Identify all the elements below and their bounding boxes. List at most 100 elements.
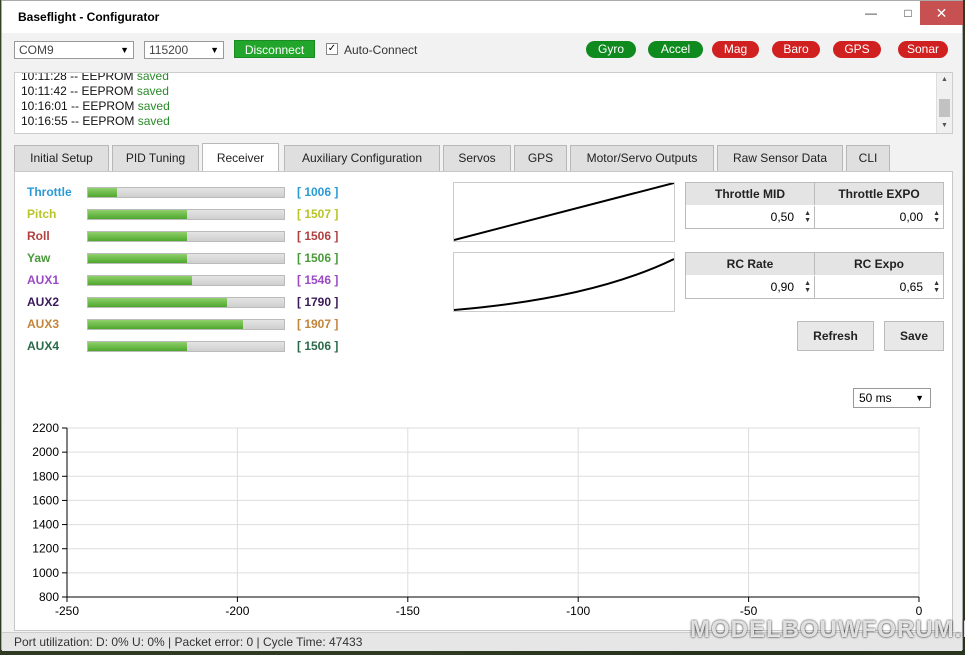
baud-select[interactable]: 115200 ▼ [144, 41, 224, 59]
log-line: 10:11:42 -- EEPROM saved [21, 84, 169, 99]
spinner-icon[interactable]: ▲ ▼ [804, 210, 811, 224]
close-icon[interactable]: ✕ [920, 1, 963, 25]
log-console[interactable]: 10:11:28 -- EEPROM saved 10:11:42 -- EEPR… [14, 72, 953, 134]
channel-value-yaw: [ 1506 ] [297, 251, 339, 265]
channel-bar-fill [88, 232, 187, 241]
channel-label-aux2: AUX2 [27, 295, 60, 309]
tab-gps[interactable]: GPS [514, 145, 567, 171]
channel-value-roll: [ 1506 ] [297, 229, 339, 243]
receiver-panel: Throttle [ 1006 ] Pitch [ 1507 ] Roll [ 1506 … [14, 171, 953, 631]
scroll-thumb[interactable] [939, 99, 950, 117]
channel-bar-throttle [87, 187, 285, 198]
log-line: 10:11:28 -- EEPROM saved [21, 72, 169, 84]
spinner-icon[interactable]: ▲ ▼ [933, 210, 940, 224]
window-title: Baseflight - Configurator [18, 10, 160, 24]
channel-bar-fill [88, 342, 187, 351]
throttle-expo-header: Throttle EXPO [815, 183, 943, 205]
tab-motor-servo-outputs[interactable]: Motor/Servo Outputs [570, 145, 714, 171]
chevron-down-icon: ▼ [120, 45, 129, 55]
channel-bar-aux1 [87, 275, 285, 286]
sensor-baro-indicator: Baro [772, 41, 820, 58]
channel-bar-pitch [87, 209, 285, 220]
auto-connect-checkbox[interactable]: ✓ [326, 43, 338, 55]
refresh-rate-select[interactable]: 50 ms ▼ [853, 388, 931, 408]
scroll-up-icon[interactable]: ▲ [937, 73, 952, 87]
refresh-button[interactable]: Refresh [797, 321, 874, 351]
auto-connect-label: Auto-Connect [344, 43, 418, 57]
log-scrollbar[interactable]: ▲ ▼ [936, 73, 952, 133]
throttle-curve [453, 182, 675, 242]
channel-bar-yaw [87, 253, 285, 264]
log-message: -- EEPROM [67, 99, 138, 113]
log-line: 10:16:55 -- EEPROM saved [21, 114, 170, 129]
spinner-icon[interactable]: ▲ ▼ [804, 280, 811, 294]
chart-y-tick-label: 800 [39, 590, 59, 604]
channel-bar-roll [87, 231, 285, 242]
chart-y-tick-label: 1600 [32, 493, 59, 507]
chart-y-tick-label: 1000 [32, 566, 59, 580]
tab-auxiliary-configuration[interactable]: Auxiliary Configuration [284, 145, 440, 171]
rc-expo-header: RC Expo [815, 253, 943, 275]
chart-x-tick-label: -150 [396, 604, 420, 618]
tab-receiver[interactable]: Receiver [202, 143, 279, 171]
chevron-down-icon: ▼ [210, 45, 219, 55]
log-message: -- EEPROM [66, 72, 137, 83]
chart-x-tick-label: -250 [55, 604, 79, 618]
rc-rate-input[interactable]: 0,90 ▲ ▼ [686, 276, 815, 298]
channel-label-roll: Roll [27, 229, 50, 243]
chart-y-tick-label: 2000 [32, 445, 59, 459]
log-status: saved [136, 84, 169, 98]
channel-label-throttle: Throttle [27, 185, 72, 199]
log-message: -- EEPROM [66, 84, 137, 98]
channel-value-pitch: [ 1507 ] [297, 207, 339, 221]
rc-curve-graph [453, 258, 675, 311]
refresh-rate-value: 50 ms [859, 391, 892, 405]
tab-cli[interactable]: CLI [846, 145, 890, 171]
port-select[interactable]: COM9 ▼ [14, 41, 134, 59]
channel-bar-fill [88, 254, 187, 263]
chevron-down-icon: ▼ [915, 393, 924, 403]
log-message: -- EEPROM [67, 114, 138, 128]
tab-initial-setup[interactable]: Initial Setup [14, 145, 109, 171]
throttle-curve-graph [453, 182, 675, 241]
channel-bar-aux4 [87, 341, 285, 352]
scroll-down-icon[interactable]: ▼ [937, 119, 952, 133]
sensor-accel-indicator: Accel [648, 41, 703, 58]
throttle-mid-input[interactable]: 0,50 ▲ ▼ [686, 206, 815, 228]
channel-bar-fill [88, 276, 193, 285]
connection-bar: COM9 ▼ 115200 ▼ Disconnect ✓ Auto-Connec… [2, 33, 962, 69]
minimize-icon[interactable]: — [858, 1, 884, 25]
rc-table: RC Rate RC Expo 0,90 ▲ ▼ 0,65 ▲ ▼ [685, 252, 944, 299]
sensor-mag-indicator: Mag [712, 41, 759, 58]
log-status: saved [136, 72, 169, 83]
log-time: 10:11:42 [21, 84, 67, 98]
channel-bar-aux3 [87, 319, 285, 330]
channel-value-aux3: [ 1907 ] [297, 317, 339, 331]
title-bar: Baseflight - Configurator — □ ✕ [2, 1, 963, 33]
app-window: Baseflight - Configurator — □ ✕ COM9 ▼ 1… [1, 0, 963, 651]
sensor-sonar-indicator: Sonar [898, 41, 948, 58]
tab-raw-sensor-data[interactable]: Raw Sensor Data [717, 145, 843, 171]
rc-expo-input[interactable]: 0,65 ▲ ▼ [815, 276, 943, 298]
channel-value-throttle: [ 1006 ] [297, 185, 339, 199]
channel-value-aux4: [ 1506 ] [297, 339, 339, 353]
rc-curve [453, 252, 675, 312]
save-button[interactable]: Save [884, 321, 944, 351]
rc-curve-line [453, 258, 675, 311]
chart-y-tick-label: 1800 [32, 469, 59, 483]
channel-label-aux3: AUX3 [27, 317, 60, 331]
log-status: saved [137, 99, 170, 113]
tab-servos[interactable]: Servos [443, 145, 511, 171]
log-line: 10:16:01 -- EEPROM saved [21, 99, 170, 114]
throttle-curve-line [453, 182, 675, 241]
log-status: saved [137, 114, 170, 128]
channel-bar-fill [88, 320, 243, 329]
chart-y-tick-label: 2200 [32, 421, 59, 435]
maximize-icon[interactable]: □ [895, 1, 921, 25]
disconnect-button[interactable]: Disconnect [234, 40, 315, 58]
chart-x-tick-label: -200 [225, 604, 249, 618]
throttle-expo-input[interactable]: 0,00 ▲ ▼ [815, 206, 943, 228]
tab-pid-tuning[interactable]: PID Tuning [112, 145, 199, 171]
spinner-icon[interactable]: ▲ ▼ [933, 280, 940, 294]
throttle-mid-header: Throttle MID [686, 183, 815, 205]
